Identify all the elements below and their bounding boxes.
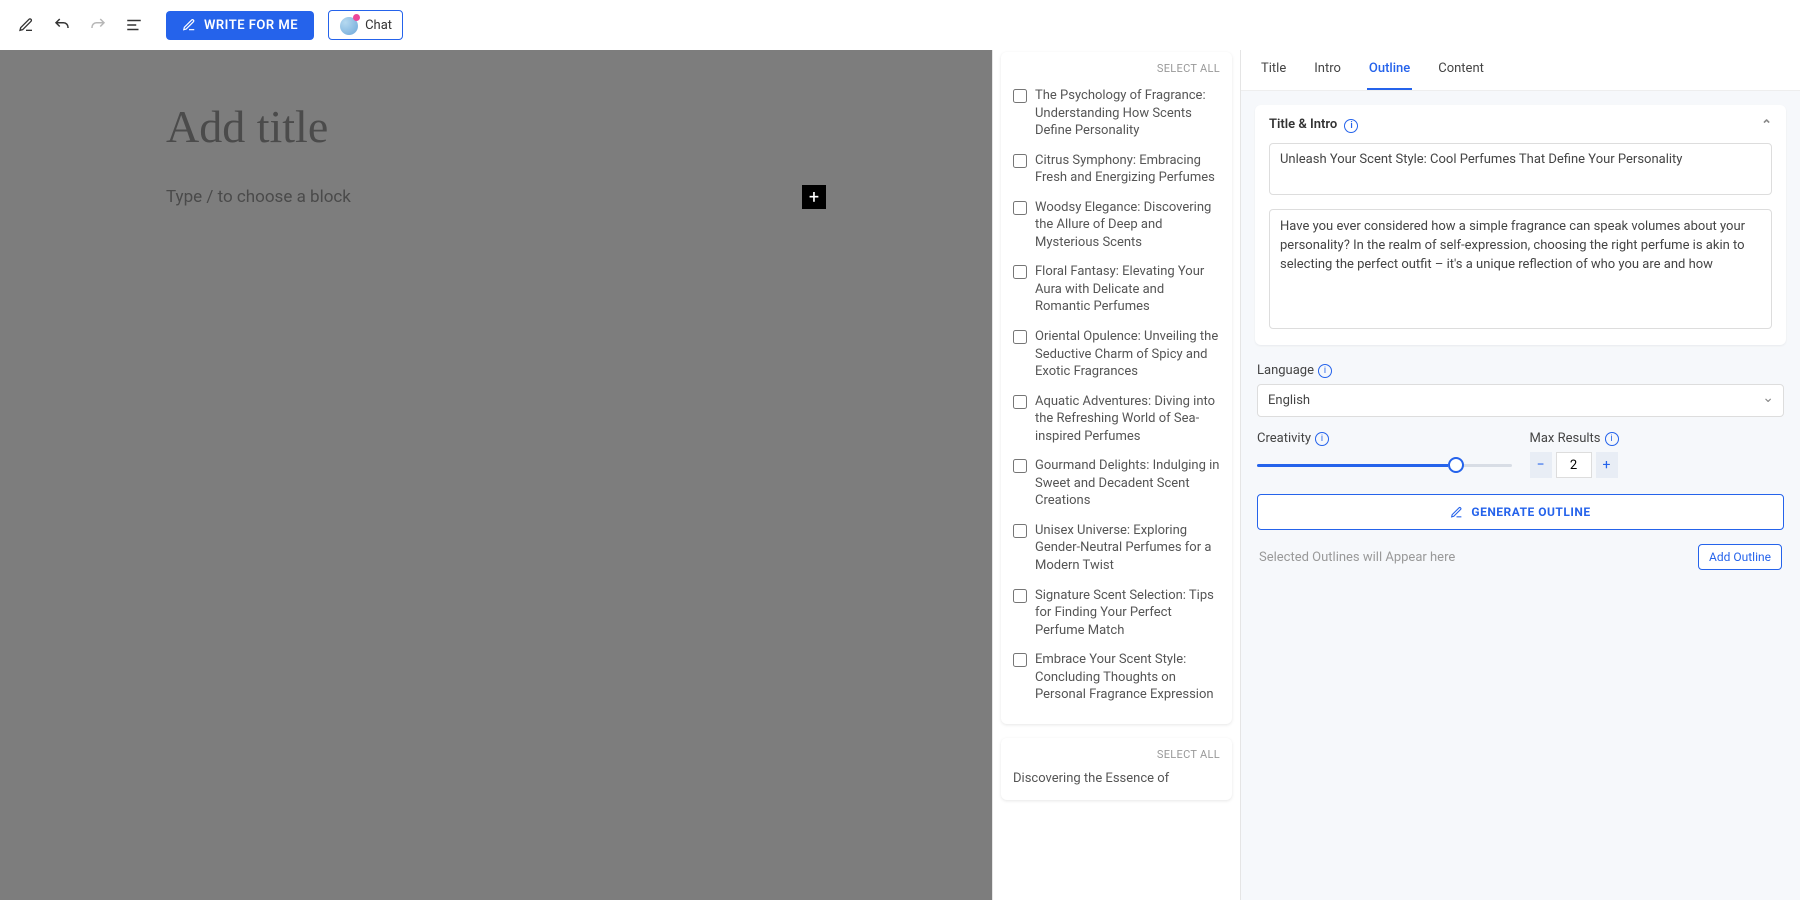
outline-checkbox[interactable] (1013, 395, 1027, 409)
outline-item-label: Floral Fantasy: Elevating Your Aura with… (1035, 263, 1220, 316)
outline-checkbox[interactable] (1013, 89, 1027, 103)
tab-content[interactable]: Content (1436, 49, 1486, 90)
outline-item[interactable]: Embrace Your Scent Style: Concluding Tho… (1013, 645, 1220, 710)
add-outline-button[interactable]: Add Outline (1698, 544, 1782, 570)
outline-item[interactable]: Unisex Universe: Exploring Gender-Neutra… (1013, 516, 1220, 581)
details-icon[interactable] (120, 11, 148, 39)
outline-item[interactable]: The Psychology of Fragrance: Understandi… (1013, 81, 1220, 146)
write-for-me-label: WRITE FOR ME (204, 18, 298, 33)
add-block-button[interactable]: + (802, 185, 826, 209)
outline-item[interactable]: Floral Fantasy: Elevating Your Aura with… (1013, 257, 1220, 322)
section-label: Title & Intro (1269, 117, 1337, 132)
outline-checkbox[interactable] (1013, 201, 1027, 215)
editor-topbar: WRITE FOR ME Chat (0, 0, 1800, 50)
language-select[interactable]: English (1257, 384, 1784, 417)
title-intro-card: Title & Intro i ⌃ Unleash Your Scent Sty… (1255, 105, 1786, 345)
creativity-label: Creativity (1257, 431, 1311, 446)
selected-outlines-placeholder: Selected Outlines will Appear here (1259, 550, 1455, 565)
max-results-label: Max Results (1530, 431, 1601, 446)
outline-item[interactable]: Signature Scent Selection: Tips for Find… (1013, 581, 1220, 646)
increment-button[interactable]: + (1596, 452, 1618, 478)
outline-checkbox[interactable] (1013, 154, 1027, 168)
outline-set-1: SELECT ALL The Psychology of Fragrance: … (1001, 52, 1232, 724)
creativity-slider[interactable] (1257, 464, 1512, 467)
select-all-link[interactable]: SELECT ALL (1013, 62, 1220, 75)
outline-item-label: The Psychology of Fragrance: Understandi… (1035, 87, 1220, 140)
info-icon[interactable]: i (1318, 364, 1332, 378)
edit-icon[interactable] (12, 11, 40, 39)
redo-icon[interactable] (84, 11, 112, 39)
info-icon[interactable]: i (1315, 432, 1329, 446)
settings-block: Language i English Creativity i (1255, 359, 1786, 574)
generate-outline-button[interactable]: GENERATE OUTLINE (1257, 494, 1784, 530)
outline-checkbox[interactable] (1013, 265, 1027, 279)
select-all-link[interactable]: SELECT ALL (1013, 748, 1220, 761)
chat-label: Chat (365, 18, 392, 33)
write-for-me-button[interactable]: WRITE FOR ME (166, 11, 314, 40)
outline-item[interactable]: Citrus Symphony: Embracing Fresh and Ene… (1013, 146, 1220, 193)
outline-item-label: Embrace Your Scent Style: Concluding Tho… (1035, 651, 1220, 704)
outline-item-label: Gourmand Delights: Indulging in Sweet an… (1035, 457, 1220, 510)
getgenie-panel: GetGenie ✕ Title Intro Outline Content T… (1240, 0, 1800, 900)
outline-checkbox[interactable] (1013, 589, 1027, 603)
outline-checkbox[interactable] (1013, 653, 1027, 667)
language-label: Language (1257, 363, 1314, 378)
info-icon[interactable]: i (1344, 119, 1358, 133)
generated-outlines-panel: Generated Outlines 2 SELECT ALL The Psyc… (992, 0, 1240, 900)
info-icon[interactable]: i (1605, 432, 1619, 446)
outline-checkbox[interactable] (1013, 330, 1027, 344)
post-title-placeholder[interactable]: Add title (166, 100, 826, 153)
outline-item-label: Unisex Universe: Exploring Gender-Neutra… (1035, 522, 1220, 575)
chat-avatar-icon (339, 15, 359, 35)
block-placeholder[interactable]: Type / to choose a block (166, 187, 351, 207)
decrement-button[interactable]: − (1530, 452, 1552, 478)
tab-title[interactable]: Title (1259, 49, 1288, 90)
editor-canvas: Add title Type / to choose a block + (0, 50, 992, 900)
tab-intro[interactable]: Intro (1312, 49, 1343, 90)
outline-item[interactable]: Gourmand Delights: Indulging in Sweet an… (1013, 451, 1220, 516)
outline-checkbox[interactable] (1013, 459, 1027, 473)
outline-item[interactable]: Woodsy Elegance: Discovering the Allure … (1013, 193, 1220, 258)
outline-item-label: Oriental Opulence: Unveiling the Seducti… (1035, 328, 1220, 381)
outline-checkbox[interactable] (1013, 524, 1027, 538)
outline-item-label: Aquatic Adventures: Diving into the Refr… (1035, 393, 1220, 446)
outline-set-2: SELECT ALL Discovering the Essence of (1001, 738, 1232, 800)
chevron-up-icon[interactable]: ⌃ (1761, 118, 1772, 133)
title-input[interactable]: Unleash Your Scent Style: Cool Perfumes … (1269, 143, 1772, 195)
generate-outline-label: GENERATE OUTLINE (1471, 505, 1590, 519)
max-results-input[interactable] (1556, 452, 1592, 478)
chat-button[interactable]: Chat (328, 10, 403, 40)
outline-item-label: Citrus Symphony: Embracing Fresh and Ene… (1035, 152, 1220, 187)
outline-item-label: Signature Scent Selection: Tips for Find… (1035, 587, 1220, 640)
panel-tabs: Title Intro Outline Content (1241, 49, 1800, 91)
outline-item[interactable]: Aquatic Adventures: Diving into the Refr… (1013, 387, 1220, 452)
outline-item[interactable]: Oriental Opulence: Unveiling the Seducti… (1013, 322, 1220, 387)
outline-item-label: Woodsy Elegance: Discovering the Allure … (1035, 199, 1220, 252)
tab-outline[interactable]: Outline (1367, 49, 1412, 90)
outline-item-label: Discovering the Essence of (1013, 767, 1220, 786)
intro-textarea[interactable]: Have you ever considered how a simple fr… (1269, 209, 1772, 329)
undo-icon[interactable] (48, 11, 76, 39)
